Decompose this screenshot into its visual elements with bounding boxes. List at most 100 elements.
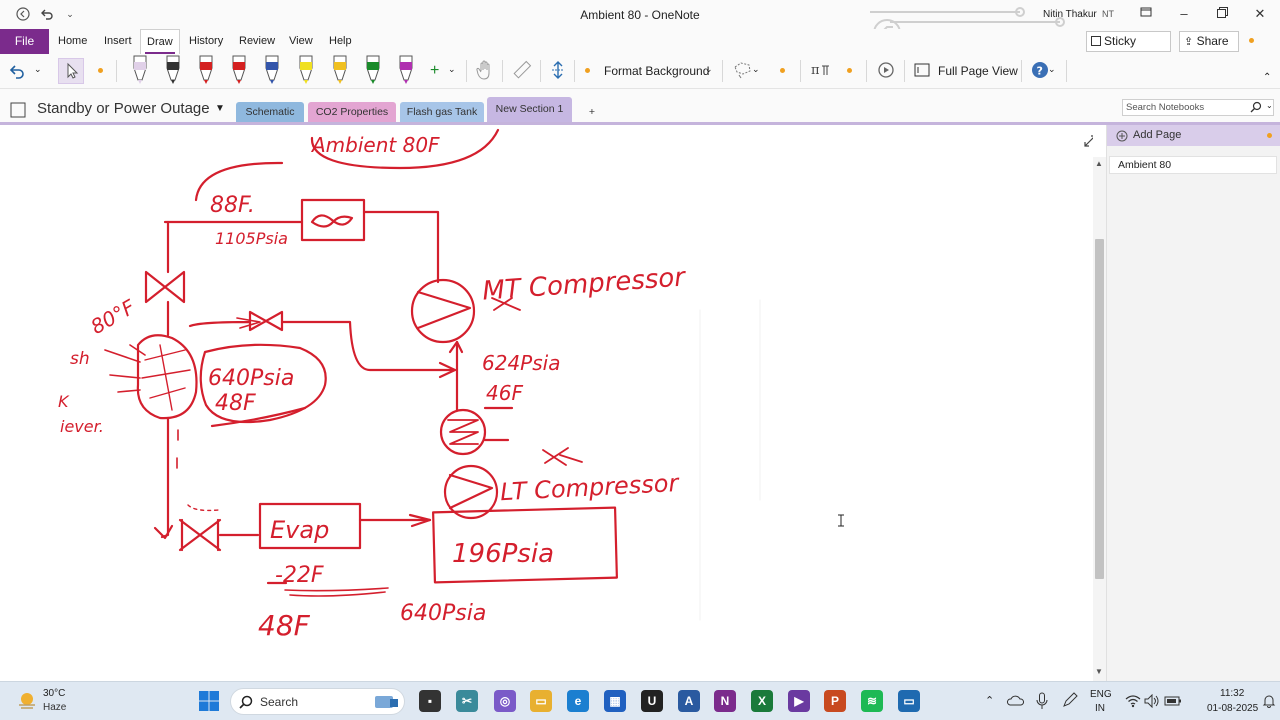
chevron-down-icon[interactable]: ⌄ [1048,64,1056,90]
add-section-button[interactable]: + [580,102,604,122]
notebook-name[interactable]: Standby or Power Outage [37,100,210,117]
help-icon[interactable]: ? [1031,61,1049,87]
ink-drawing: Ambient 80F 88F. 1105Psia 80°F sh K ieve… [58,128,844,642]
notebook-icon [10,102,26,121]
microphone-icon[interactable] [1036,692,1048,713]
ai-app-icon[interactable]: A [678,690,700,712]
pen-5-icon[interactable] [262,54,282,84]
chevron-down-icon[interactable]: ⌄ [1266,101,1273,110]
terminal-icon[interactable]: ▪ [419,690,441,712]
remote-desktop-icon[interactable]: ▭ [898,690,920,712]
full-page-view-button[interactable]: Full Page View [938,64,1018,78]
input-indicator[interactable]: IN [1095,703,1105,714]
clock-date[interactable]: 01-08-2025 [1207,703,1258,714]
wifi-icon[interactable] [1125,694,1141,711]
chevron-up-icon[interactable]: ⌃ [985,694,994,707]
status-dot [1267,133,1272,138]
battery-icon[interactable] [1164,694,1182,711]
taskbar-search[interactable]: Search [230,688,405,715]
ribbon-tabs: File Home Insert Draw History Review Vie… [0,29,1280,67]
tab-draw[interactable]: Draw [140,29,180,54]
chevron-down-icon[interactable]: ⌄ [752,64,760,90]
expand-icon[interactable] [1083,134,1093,151]
tab-review[interactable]: Review [233,29,281,54]
onedrive-icon[interactable] [1006,693,1025,710]
ink-replay-icon[interactable] [876,60,896,86]
snipping-tool-icon[interactable]: ✂ [456,690,478,712]
tab-history[interactable]: History [183,29,229,54]
restore-icon[interactable] [1210,4,1234,24]
chevron-down-icon[interactable]: ⌄ [448,64,456,90]
pen-3-icon[interactable] [196,54,216,84]
lasso-icon[interactable] [733,61,753,87]
notification-bell-icon[interactable] [1262,694,1276,711]
scrollbar-thumb[interactable] [1095,239,1104,579]
onenote-icon[interactable]: N [714,690,736,712]
weather-icon[interactable] [16,690,38,715]
sticky-notes-button[interactable]: Sticky Notes [1086,31,1171,67]
format-background-button[interactable]: Format Background [604,64,709,78]
u-app-icon[interactable]: U [641,690,663,712]
section-tab-4[interactable]: New Section 1 [487,97,572,122]
ribbon-display-icon[interactable] [1134,4,1158,24]
scroll-down-icon[interactable]: ▼ [1095,667,1103,676]
share-button[interactable]: ⇪ Share ⌄ [1179,31,1239,67]
insert-space-icon[interactable] [550,60,566,86]
pen-9-icon[interactable] [396,54,416,84]
sticky-notes-icon [1091,36,1101,46]
clock-time[interactable]: 11:32 [1220,688,1244,699]
caret-down-icon[interactable]: ▼ [215,103,225,114]
ink-lt-psia-label: 196Psia [452,539,554,569]
select-tool-button[interactable] [58,58,84,84]
edge-icon[interactable]: e [567,690,589,712]
spotify-icon[interactable]: ≋ [861,690,883,712]
taskbar-search-label: Search [260,695,299,709]
hp-valve [144,270,186,304]
section-tab-2[interactable]: CO2 Properties [308,102,396,122]
tab-home[interactable]: Home [52,29,93,54]
undo-icon[interactable] [8,62,26,88]
minimize-icon[interactable]: – [1172,4,1196,24]
volume-icon[interactable] [1144,693,1160,711]
tab-insert[interactable]: Insert [98,29,138,54]
page-canvas[interactable]: Ambient 80F 88F. 1105Psia 80°F sh K ieve… [0,125,1093,681]
pan-hand-icon[interactable] [475,59,495,85]
cursor-icon [67,62,79,79]
store-icon[interactable]: ▦ [604,690,626,712]
share-icon: ⇪ [1184,36,1194,48]
weather-temp: 30°C [43,688,66,699]
pen-7-icon[interactable] [330,54,350,84]
scroll-up-icon[interactable]: ▲ [1095,159,1103,168]
undo-dropdown-icon[interactable]: ⌄ [34,64,42,90]
pen-6-icon[interactable] [296,54,316,84]
media-icon[interactable]: ▶ [788,690,810,712]
vertical-scrollbar[interactable]: ▲ ▼ [1093,157,1106,681]
pen-4-icon[interactable] [229,54,249,84]
ruler-icon[interactable] [512,60,532,86]
add-icon [1116,129,1128,150]
ink-to-math-icon[interactable]: π [810,60,830,86]
section-tab-1[interactable]: Schematic [236,102,304,122]
tab-file[interactable]: File [0,29,49,54]
windows-start-icon[interactable] [198,690,220,715]
close-icon[interactable]: ✕ [1248,4,1272,24]
chevron-down-icon[interactable]: ⌄ [705,64,713,90]
tab-help[interactable]: Help [323,29,358,54]
search-icon[interactable] [1250,101,1262,116]
section-tab-3[interactable]: Flash gas Tank [400,102,484,122]
language-indicator[interactable]: ENG [1090,689,1112,700]
full-page-view-icon[interactable] [914,62,930,88]
pen-8-icon[interactable] [363,54,383,84]
pen-icon[interactable] [1062,692,1078,711]
copilot-icon[interactable]: ◎ [494,690,516,712]
page-item[interactable]: Ambient 80 [1109,156,1277,174]
pen-1-icon[interactable] [130,54,150,84]
tab-view[interactable]: View [283,29,319,54]
pen-2-icon[interactable] [163,54,183,84]
excel-icon[interactable]: X [751,690,773,712]
add-pen-icon[interactable]: + [430,62,439,88]
file-explorer-icon[interactable]: ▭ [530,690,552,712]
avatar[interactable]: NT [1098,7,1118,22]
add-page-button[interactable]: Add Page [1107,125,1280,146]
powerpoint-icon[interactable]: P [824,690,846,712]
